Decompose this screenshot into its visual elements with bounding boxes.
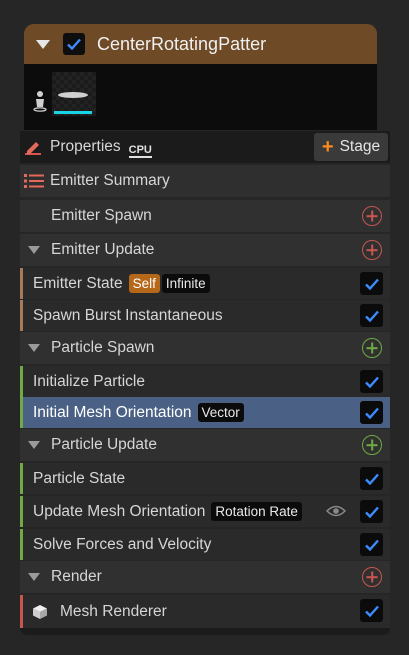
emitter-thumbnail[interactable] [52, 72, 96, 116]
emitter-actor-icon[interactable] [32, 90, 48, 112]
module-enabled-checkbox[interactable] [360, 401, 383, 424]
add-module-icon[interactable] [362, 338, 382, 358]
module-enabled-checkbox[interactable] [360, 467, 383, 490]
properties-label: Properties [50, 138, 121, 155]
checkmark-icon [364, 310, 379, 322]
checkmark-icon [364, 376, 379, 388]
module-label: Initialize Particle [33, 372, 145, 390]
module-label: Update Mesh Orientation [33, 502, 206, 520]
module-label: Spawn Burst Instantaneous [33, 306, 223, 324]
add-module-icon[interactable] [362, 240, 382, 260]
module-color-bar [20, 595, 23, 628]
emitter-node: CenterRotatingPatter Properties CPU + St… [20, 0, 390, 635]
module-initial-mesh-orientation[interactable]: Initial Mesh Orientation Vector [20, 397, 390, 428]
collapse-arrow-icon[interactable] [28, 246, 40, 254]
section-particle-update[interactable]: Particle Update [20, 429, 390, 461]
module-label: Particle State [33, 469, 126, 487]
emitter-enabled-checkbox[interactable] [63, 33, 85, 55]
properties-toolbar[interactable]: Properties CPU + Stage [20, 131, 390, 163]
section-render[interactable]: Render [20, 561, 390, 593]
checkmark-icon [364, 278, 379, 290]
collapse-arrow-icon[interactable] [28, 441, 40, 449]
stage-label: Stage [339, 138, 381, 155]
module-label: Emitter State [33, 274, 123, 292]
module-enabled-checkbox[interactable] [360, 599, 383, 622]
module-solve-forces[interactable]: Solve Forces and Velocity [20, 529, 390, 560]
section-label: Particle Spawn [51, 339, 155, 356]
section-label: Emitter Update [51, 241, 155, 258]
module-enabled-checkbox[interactable] [360, 370, 383, 393]
emitter-header[interactable]: CenterRotatingPatter [24, 24, 377, 64]
module-mesh-renderer[interactable]: Mesh Renderer [20, 595, 390, 628]
add-module-icon[interactable] [362, 206, 382, 226]
type-tag: Rotation Rate [211, 502, 302, 521]
module-color-bar [20, 496, 23, 527]
emitter-summary-row[interactable]: Emitter Summary [20, 165, 390, 197]
module-label: Initial Mesh Orientation [33, 403, 192, 421]
add-module-icon[interactable] [362, 435, 382, 455]
add-stage-button[interactable]: + Stage [314, 133, 388, 161]
list-icon [24, 174, 44, 188]
module-particle-state[interactable]: Particle State [20, 463, 390, 494]
module-initialize-particle[interactable]: Initialize Particle [20, 366, 390, 397]
plus-icon: + [321, 135, 334, 158]
checkmark-icon [364, 506, 379, 518]
module-color-bar [20, 300, 23, 331]
module-update-mesh-orientation[interactable]: Update Mesh Orientation Rotation Rate [20, 496, 390, 527]
module-enabled-checkbox[interactable] [360, 533, 383, 556]
pencil-icon [25, 142, 41, 155]
section-label: Particle Update [51, 436, 157, 453]
cpu-sim-icon: CPU [128, 137, 152, 158]
emitter-summary-label: Emitter Summary [50, 172, 170, 189]
emitter-title[interactable]: CenterRotatingPatter [97, 34, 297, 55]
section-label: Emitter Spawn [51, 207, 152, 224]
section-particle-spawn[interactable]: Particle Spawn [20, 332, 390, 364]
checkmark-icon [364, 605, 379, 617]
module-enabled-checkbox[interactable] [360, 500, 383, 523]
collapse-arrow-icon[interactable] [28, 573, 40, 581]
node-footer [20, 628, 390, 635]
lifecycle-tag: Infinite [161, 274, 210, 293]
section-label: Render [51, 568, 102, 585]
section-emitter-update[interactable]: Emitter Update [20, 234, 390, 266]
section-emitter-spawn[interactable]: Emitter Spawn [20, 200, 390, 232]
cube-icon [33, 604, 47, 619]
scope-tag: Self [128, 274, 160, 293]
type-tag: Vector [197, 403, 244, 422]
collapse-arrow-icon[interactable] [36, 39, 50, 49]
thumbnail-highlight-bar [54, 111, 92, 114]
add-module-icon[interactable] [362, 567, 382, 587]
module-label: Mesh Renderer [60, 602, 167, 620]
checkmark-icon [364, 473, 379, 485]
module-spawn-burst[interactable]: Spawn Burst Instantaneous [20, 300, 390, 331]
module-label: Solve Forces and Velocity [33, 535, 212, 553]
module-color-bar [20, 529, 23, 560]
module-color-bar [20, 268, 23, 299]
checkmark-icon [364, 407, 379, 419]
module-enabled-checkbox[interactable] [360, 272, 383, 295]
module-enabled-checkbox[interactable] [360, 304, 383, 327]
collapse-arrow-icon[interactable] [28, 344, 40, 352]
emitter-preview-area [24, 64, 377, 130]
module-color-bar [20, 366, 23, 397]
module-color-bar [20, 463, 23, 494]
checkmark-icon [364, 539, 379, 551]
module-emitter-state[interactable]: Emitter State Self Infinite [20, 268, 390, 299]
checkmark-icon [67, 38, 81, 51]
eye-icon[interactable] [326, 504, 346, 518]
module-color-bar [20, 397, 23, 428]
